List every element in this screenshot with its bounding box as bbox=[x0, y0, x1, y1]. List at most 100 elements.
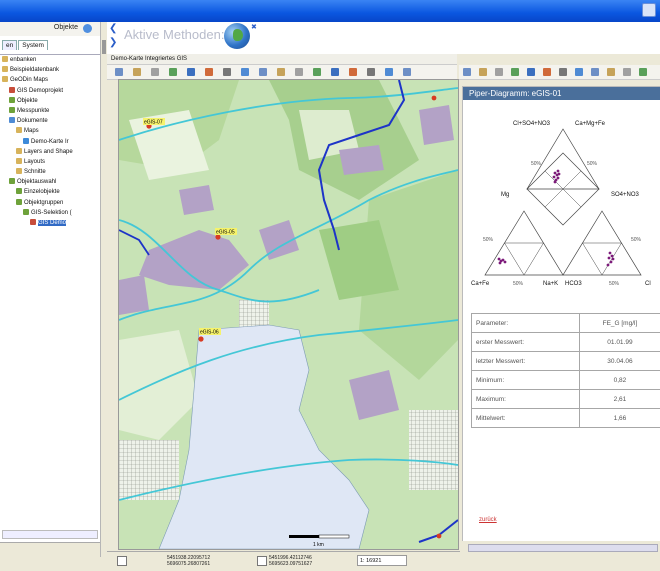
label-hco3: HCO3 bbox=[565, 281, 582, 287]
scale-input[interactable]: 1: 16921 bbox=[357, 555, 407, 566]
tree-node-label: GeODin Maps bbox=[10, 77, 48, 83]
tree-node[interactable]: Layouts bbox=[0, 157, 100, 167]
tree-node-label: Maps bbox=[24, 128, 39, 134]
toolbar-tool-icon[interactable] bbox=[115, 68, 123, 76]
chart-status-bar bbox=[462, 541, 660, 555]
objects-nav-icon[interactable] bbox=[83, 24, 92, 33]
toolbar-tool-icon[interactable] bbox=[241, 68, 249, 76]
tree-node[interactable]: Objekte bbox=[0, 96, 100, 106]
parameter-row: Maximum:2,61 bbox=[472, 390, 660, 409]
label-cl-so4-no3: Cl+SO4+NO3 bbox=[513, 121, 551, 127]
toolbar-tool-icon[interactable] bbox=[575, 68, 583, 76]
toolbar-tool-icon[interactable] bbox=[313, 68, 321, 76]
pointer-icon[interactable] bbox=[117, 556, 127, 566]
label-50-percent: 50% bbox=[587, 161, 598, 167]
settlement-area bbox=[419, 105, 454, 145]
scale-bar-segment bbox=[319, 535, 349, 538]
tree-node[interactable]: Layers and Shape bbox=[0, 147, 100, 157]
object-tree: enbanken Beispieldatenbank GeODin Maps GIS … bbox=[0, 54, 100, 228]
splitter-grip-icon[interactable] bbox=[102, 40, 106, 54]
methods-collapse-icon[interactable]: ❮❯ bbox=[109, 22, 119, 50]
tree-node-label: GIS Demoprojekt bbox=[17, 88, 63, 94]
toolbar-tool-icon[interactable] bbox=[463, 68, 471, 76]
toolbar-tool-icon[interactable] bbox=[479, 68, 487, 76]
map-canvas[interactable]: eGIS-07 eGIS-05 eGIS-06 1 km bbox=[118, 79, 459, 550]
piper-panel: Piper-Diagramm: eGIS-01 Cl+SO4+NO3 Ca+Mg… bbox=[462, 86, 660, 544]
point-label: eGIS-07 bbox=[144, 120, 163, 126]
tree-node[interactable]: GIS Demo bbox=[0, 218, 100, 228]
tree-horizontal-scrollbar[interactable] bbox=[2, 530, 98, 539]
parameter-row: Mittelwert:1,66 bbox=[472, 409, 660, 428]
tab-databases[interactable]: en bbox=[2, 40, 17, 50]
left-splitter[interactable] bbox=[101, 22, 107, 562]
piper-title: Piper-Diagramm: eGIS-01 bbox=[463, 87, 660, 100]
tree-node-icon bbox=[2, 66, 8, 72]
tree-node-icon bbox=[16, 158, 22, 164]
close-method-icon[interactable]: ✖ bbox=[251, 23, 257, 31]
toolbar-tool-icon[interactable] bbox=[187, 68, 195, 76]
toolbar-tool-icon[interactable] bbox=[403, 68, 411, 76]
tree-node[interactable]: Messpunkte bbox=[0, 106, 100, 116]
tree-node[interactable]: Demo-Karte Ir bbox=[0, 137, 100, 147]
toolbar-tool-icon[interactable] bbox=[259, 68, 267, 76]
tree-node[interactable]: Maps bbox=[0, 126, 100, 136]
extent-icon[interactable] bbox=[257, 556, 267, 566]
point-label: eGIS-05 bbox=[216, 230, 235, 236]
left-status-bar bbox=[0, 542, 100, 557]
tree-node-label: enbanken bbox=[10, 57, 36, 63]
toolbar-tool-icon[interactable] bbox=[527, 68, 535, 76]
map-svg[interactable]: eGIS-07 eGIS-05 eGIS-06 1 km bbox=[119, 80, 458, 549]
map-title-bar: Demo-Karte Integriertes GIS bbox=[107, 54, 457, 65]
settlement-area bbox=[339, 145, 384, 175]
tree-node[interactable]: Einzelobjekte bbox=[0, 187, 100, 197]
sample-cluster-right bbox=[607, 252, 615, 267]
active-methods-label: Aktive Methoden: bbox=[124, 27, 224, 42]
toolbar-tool-icon[interactable] bbox=[295, 68, 303, 76]
toolbar-tool-icon[interactable] bbox=[169, 68, 177, 76]
toolbar-tool-icon[interactable] bbox=[543, 68, 551, 76]
parameter-row: letzter Messwert:30.04.06 bbox=[472, 352, 660, 371]
toolbar-tool-icon[interactable] bbox=[133, 68, 141, 76]
parameter-label: Maximum: bbox=[472, 390, 580, 409]
tree-node[interactable]: Objektgruppen bbox=[0, 198, 100, 208]
toolbar-tool-icon[interactable] bbox=[591, 68, 599, 76]
toolbar-tool-icon[interactable] bbox=[277, 68, 285, 76]
toolbar-tool-icon[interactable] bbox=[349, 68, 357, 76]
toolbar-tool-icon[interactable] bbox=[495, 68, 503, 76]
tab-system[interactable]: System bbox=[18, 40, 48, 50]
tree-node[interactable]: Objektauswahl bbox=[0, 177, 100, 187]
tree-node[interactable]: GIS Demoprojekt bbox=[0, 86, 100, 96]
tree-node[interactable]: enbanken bbox=[0, 55, 100, 65]
toolbar-tool-icon[interactable] bbox=[639, 68, 647, 76]
tree-node[interactable]: GIS-Selektion ( bbox=[0, 208, 100, 218]
tree-node[interactable]: GeODin Maps bbox=[0, 75, 100, 85]
tree-node[interactable]: Schnitte bbox=[0, 167, 100, 177]
window-close-button[interactable] bbox=[642, 3, 656, 17]
horizontal-scrollbar[interactable] bbox=[468, 544, 658, 552]
toolbar-tool-icon[interactable] bbox=[623, 68, 631, 76]
toolbar-tool-icon[interactable] bbox=[385, 68, 393, 76]
toolbar-tool-icon[interactable] bbox=[223, 68, 231, 76]
tree-node-label: Einzelobjekte bbox=[24, 189, 60, 195]
back-link[interactable]: zurück bbox=[479, 517, 497, 523]
toolbar-tool-icon[interactable] bbox=[331, 68, 339, 76]
tree-node-icon bbox=[30, 219, 36, 225]
label-mg: Mg bbox=[501, 192, 509, 198]
toolbar-tool-icon[interactable] bbox=[205, 68, 213, 76]
toolbar-tool-icon[interactable] bbox=[559, 68, 567, 76]
tree-node-label: Demo-Karte Ir bbox=[31, 139, 69, 145]
tree-node-icon bbox=[2, 56, 8, 62]
toolbar-tool-icon[interactable] bbox=[511, 68, 519, 76]
extent-coordinates: 5451996.42112746 5695623.09751627 bbox=[269, 555, 312, 568]
tree-node[interactable]: Beispieldatenbank bbox=[0, 65, 100, 75]
gis-globe-icon[interactable] bbox=[224, 23, 250, 49]
parameter-row: Minimum:0,82 bbox=[472, 371, 660, 390]
objects-header: Objekte bbox=[0, 22, 100, 36]
settlement-area bbox=[179, 185, 214, 215]
label-so4-no3: SO4+NO3 bbox=[611, 192, 640, 198]
toolbar-tool-icon[interactable] bbox=[151, 68, 159, 76]
tree-node[interactable]: Dokumente bbox=[0, 116, 100, 126]
parameter-label: Mittelwert: bbox=[472, 409, 580, 428]
toolbar-tool-icon[interactable] bbox=[607, 68, 615, 76]
toolbar-tool-icon[interactable] bbox=[367, 68, 375, 76]
